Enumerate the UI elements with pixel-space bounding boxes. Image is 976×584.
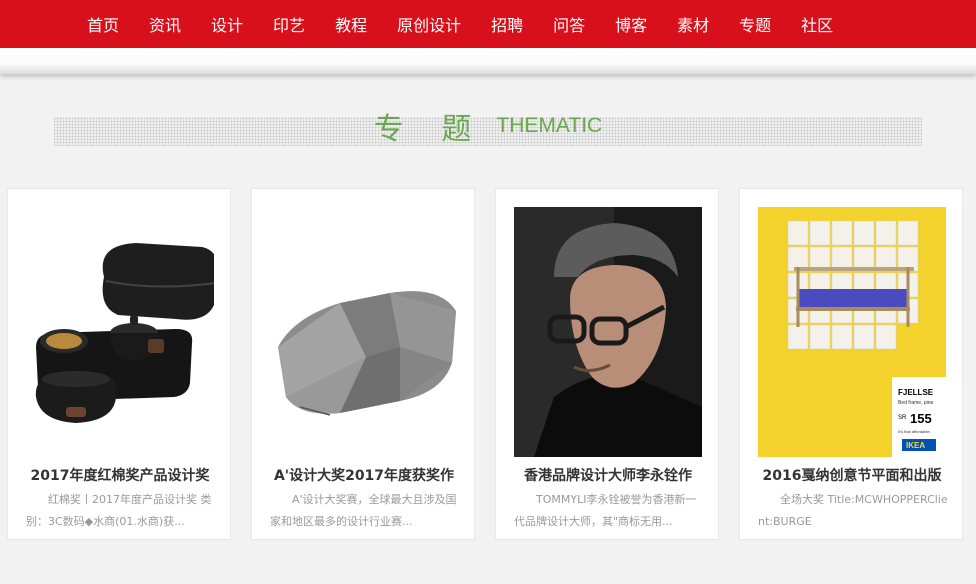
section-heading: 专 题 THEMATIC [0, 104, 976, 148]
card-description: A'设计大奖赛，全球最大且涉及国家和地区最多的设计行业赛... [270, 493, 457, 528]
tea-set-image[interactable] [26, 207, 214, 457]
card-title[interactable]: A'设计大奖2017年度获奖作 [252, 465, 476, 485]
nav-item-jobs[interactable]: 招聘 [491, 12, 523, 36]
topic-card[interactable]: A'设计大奖2017年度获奖作 A'设计大奖赛，全球最大且涉及国家和地区最多的设… [251, 188, 475, 540]
card-title[interactable]: 2017年度红棉奖产品设计奖 [8, 465, 232, 485]
poster-tagline: It's that affordable. [898, 429, 931, 434]
topic-card[interactable]: 香港品牌设计大师李永铨作 TOMMYLI李永铨被誉为香港新一代品牌设计大师，其"… [495, 188, 719, 540]
nav-item-topics[interactable]: 专题 [739, 12, 771, 36]
section-title-en: THEMATIC [496, 114, 603, 137]
nav-item-print[interactable]: 印艺 [273, 12, 305, 36]
nav-item-tutorial[interactable]: 教程 [335, 12, 367, 36]
topic-card[interactable]: 2017年度红棉奖产品设计奖 红棉奖丨2017年度产品设计奖 类别：3C数码◆水… [7, 188, 231, 540]
nav-list: 首页 资讯 设计 印艺 教程 原创设计 招聘 问答 博客 素材 专题 社区 [0, 0, 976, 48]
card-description: 全场大奖 Title:MCWHOPPERClient:BURGE [758, 493, 948, 528]
nav-item-home[interactable]: 首页 [87, 12, 119, 36]
poster-sub: Bed frame, pine [898, 400, 934, 406]
poster-brand: IKEA [906, 441, 925, 450]
card-title[interactable]: 香港品牌设计大师李永铨作 [496, 465, 720, 485]
nav-item-materials[interactable]: 素材 [677, 12, 709, 36]
ikea-poster-image[interactable]: FJELLSE Bed frame, pine SR 155 It's that… [758, 207, 946, 457]
poster-price: 155 [910, 411, 932, 426]
nav-item-community[interactable]: 社区 [801, 12, 833, 36]
card-description: TOMMYLI李永铨被誉为香港新一代品牌设计大师，其"商标无用... [514, 493, 697, 528]
sub-nav-bar [0, 48, 976, 74]
card-description: 红棉奖丨2017年度产品设计奖 类别：3C数码◆水商(01.水商)获... [26, 493, 212, 528]
nav-item-original-design[interactable]: 原创设计 [397, 12, 461, 36]
top-nav: 首页 资讯 设计 印艺 教程 原创设计 招聘 问答 博客 素材 专题 社区 [0, 0, 976, 48]
nav-item-design[interactable]: 设计 [211, 12, 243, 36]
cushion-image[interactable] [270, 207, 458, 457]
poster-product: FJELLSE [898, 388, 934, 397]
nav-item-news[interactable]: 资讯 [149, 12, 181, 36]
topic-card[interactable]: FJELLSE Bed frame, pine SR 155 It's that… [739, 188, 963, 540]
section-title-cn: 专 题 [373, 112, 486, 147]
card-title[interactable]: 2016戛纳创意节平面和出版 [740, 465, 964, 485]
poster-price-prefix: SR [898, 415, 907, 421]
nav-item-blog[interactable]: 博客 [615, 12, 647, 36]
portrait-image[interactable] [514, 207, 702, 457]
nav-item-qa[interactable]: 问答 [553, 12, 585, 36]
